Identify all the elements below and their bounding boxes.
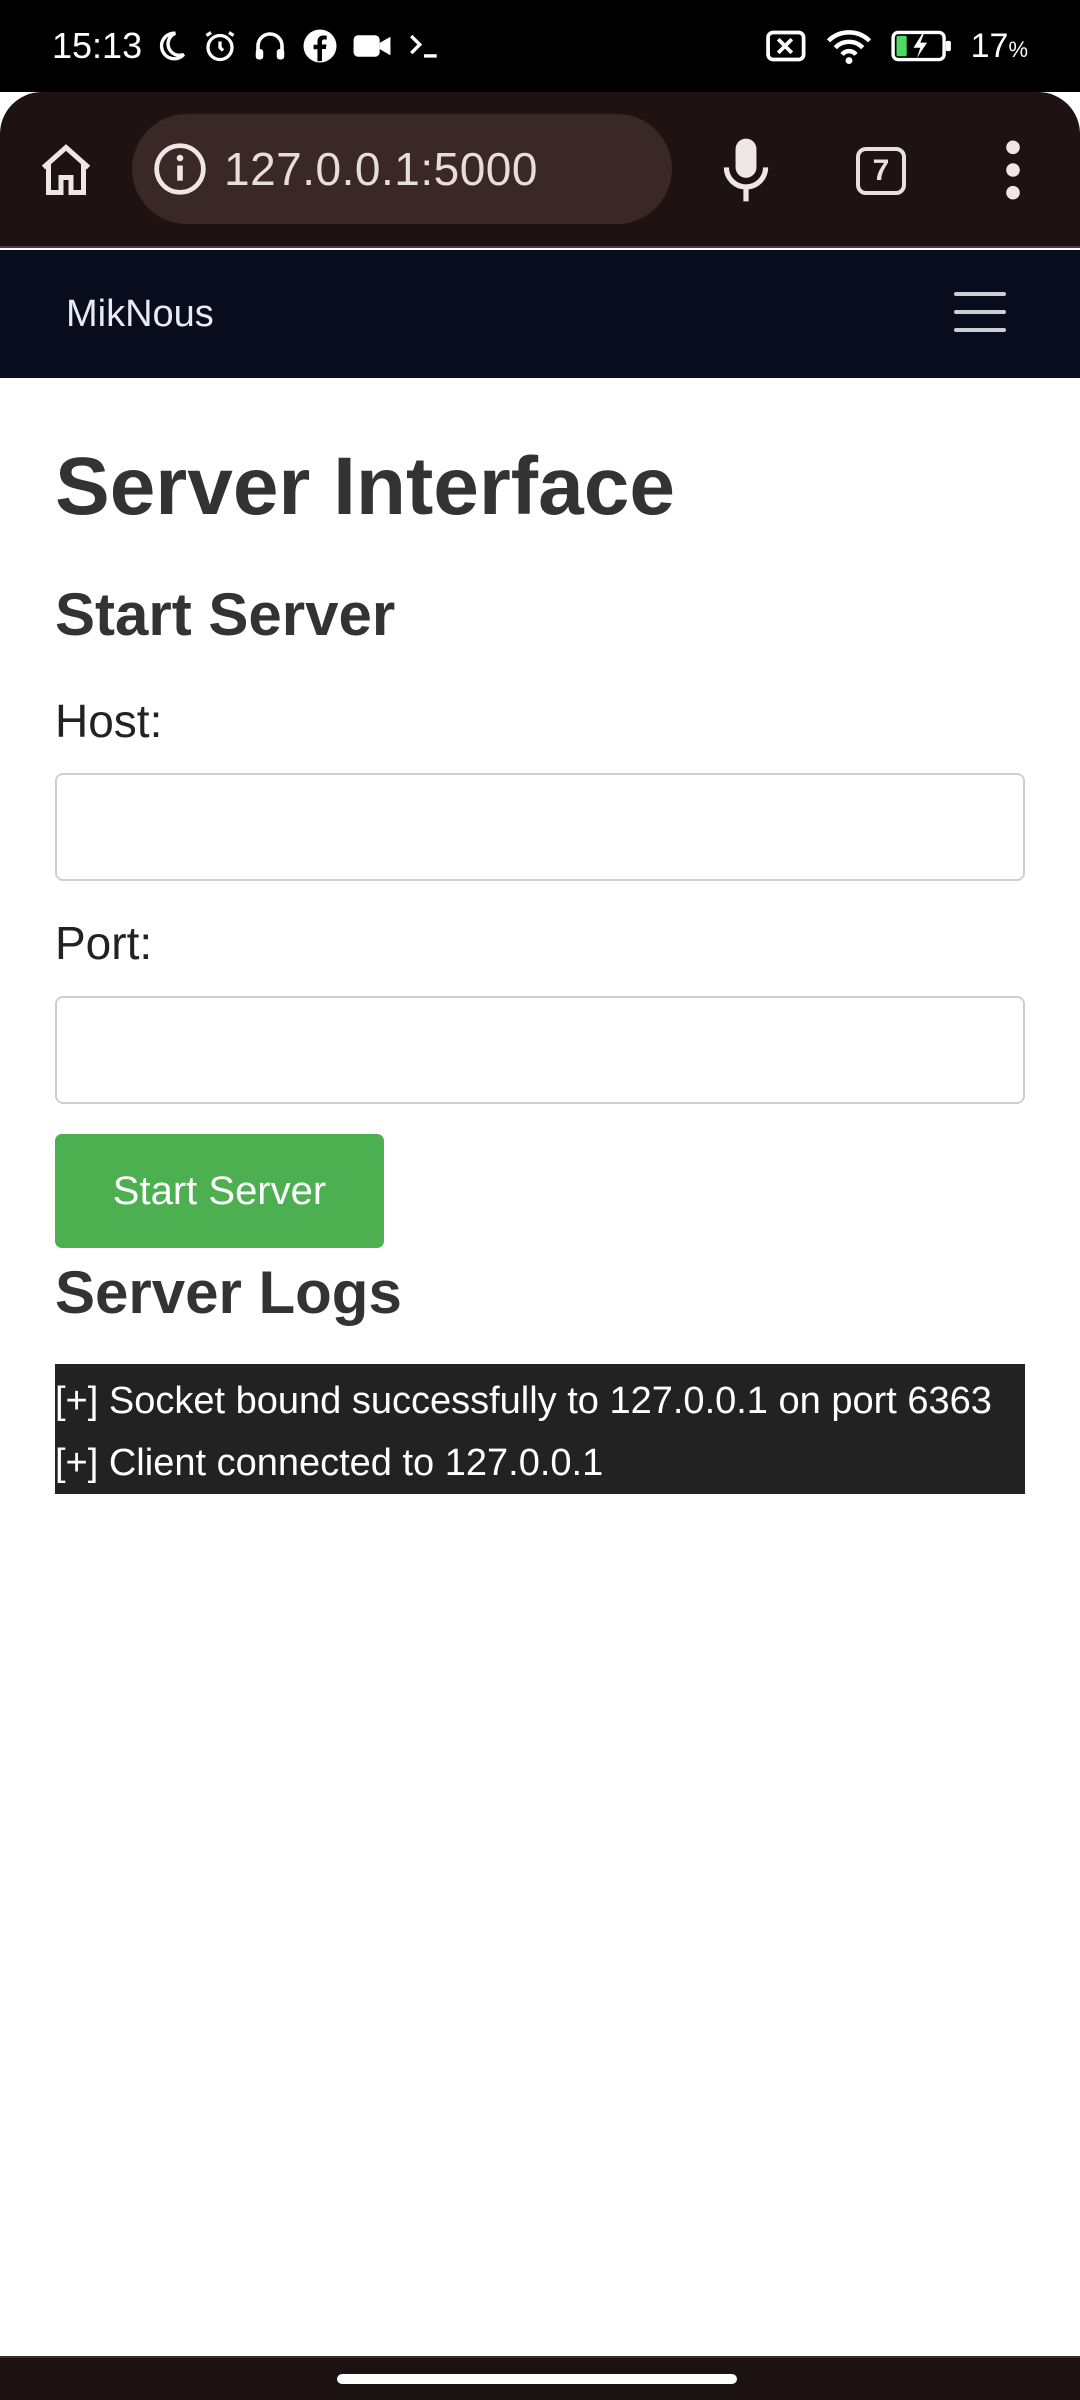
site-info-icon[interactable]: [152, 141, 208, 197]
url-text[interactable]: 127.0.0.1:5000: [224, 142, 538, 196]
battery-percent-value: 17: [970, 26, 1009, 65]
terminal-icon: [410, 34, 437, 58]
battery-percentage: 17%: [971, 27, 1028, 66]
site-navbar: MikNous: [0, 250, 1080, 378]
headphones-icon: [255, 32, 285, 60]
facebook-icon: [303, 29, 337, 63]
sim-off-icon: [765, 30, 806, 62]
page-title: Server Interface: [55, 441, 675, 532]
address-bar[interactable]: 127.0.0.1:5000: [132, 114, 672, 224]
start-server-button[interactable]: Start Server: [55, 1134, 384, 1248]
status-time: 15:13: [52, 25, 143, 66]
system-navigation-bar: [0, 2356, 1080, 2400]
status-bar: 15:13 17%: [0, 0, 1080, 92]
moon-icon: [159, 31, 186, 61]
log-line: [+] Socket bound successfully to 127.0.0…: [55, 1380, 992, 1422]
port-input[interactable]: [55, 996, 1025, 1104]
phone-screen: 15:13 17% 127.0.0.1:5000 7 MikNous Serve…: [0, 0, 1080, 2400]
home-gesture-indicator[interactable]: [337, 2374, 737, 2384]
status-system-icons: 17%: [763, 27, 1028, 66]
tab-switcher-button[interactable]: 7: [856, 147, 906, 195]
start-server-heading: Start Server: [55, 581, 396, 648]
browser-toolbar: 127.0.0.1:5000 7: [0, 92, 1080, 248]
status-notification-icons: [154, 28, 442, 64]
port-label: Port:: [55, 917, 153, 969]
log-line: [+] Client connected to 127.0.0.1: [55, 1442, 604, 1484]
microphone-icon[interactable]: [716, 136, 776, 204]
navbar-brand[interactable]: MikNous: [66, 250, 214, 378]
more-options-icon[interactable]: [998, 136, 1028, 204]
video-camera-icon: [353, 35, 391, 57]
hamburger-menu-icon[interactable]: [954, 292, 1010, 336]
wifi-icon: [826, 30, 871, 64]
host-label: Host:: [55, 695, 163, 747]
server-logs-heading: Server Logs: [55, 1259, 402, 1326]
battery-charging-icon: [891, 30, 951, 62]
server-logs-panel: [+] Socket bound successfully to 127.0.0…: [55, 1364, 1025, 1494]
alarm-icon: [205, 31, 235, 62]
host-input[interactable]: [55, 773, 1025, 881]
home-icon[interactable]: [36, 140, 96, 200]
battery-percent-unit: %: [1008, 36, 1028, 62]
